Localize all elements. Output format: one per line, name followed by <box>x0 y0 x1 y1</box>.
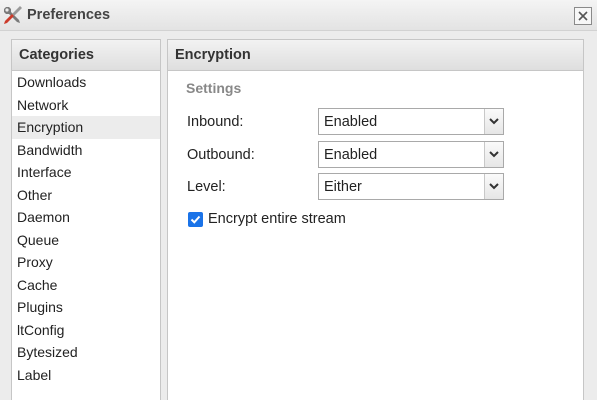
window-title: Preferences <box>27 7 111 23</box>
categories-header: Categories <box>12 40 160 71</box>
category-item-downloads[interactable]: Downloads <box>12 71 160 94</box>
category-item-encryption[interactable]: Encryption <box>12 116 160 139</box>
category-item-queue[interactable]: Queue <box>12 229 160 252</box>
categories-list: Downloads Network Encryption Bandwidth I… <box>12 71 160 386</box>
encryption-header: Encryption <box>168 40 583 71</box>
inbound-select[interactable]: Enabled <box>318 108 504 135</box>
category-item-bytesized[interactable]: Bytesized <box>12 341 160 364</box>
inbound-label: Inbound: <box>187 114 244 130</box>
outbound-select[interactable]: Enabled <box>318 141 504 168</box>
chevron-down-icon <box>484 174 503 199</box>
level-select[interactable]: Either <box>318 173 504 200</box>
checkmark-icon <box>190 215 201 224</box>
category-item-network[interactable]: Network <box>12 94 160 117</box>
close-icon <box>578 11 588 21</box>
category-item-label[interactable]: Label <box>12 364 160 387</box>
category-item-plugins[interactable]: Plugins <box>12 296 160 319</box>
encrypt-stream-checkbox[interactable] <box>188 212 203 227</box>
outbound-label: Outbound: <box>187 147 255 163</box>
outbound-select-value: Enabled <box>324 147 378 163</box>
category-item-cache[interactable]: Cache <box>12 274 160 297</box>
category-item-daemon[interactable]: Daemon <box>12 206 160 229</box>
category-item-interface[interactable]: Interface <box>12 161 160 184</box>
level-select-value: Either <box>324 179 362 195</box>
settings-section-title: Settings <box>186 80 242 96</box>
category-item-proxy[interactable]: Proxy <box>12 251 160 274</box>
window-titlebar: Preferences <box>0 0 597 31</box>
inbound-select-value: Enabled <box>324 114 378 130</box>
category-item-other[interactable]: Other <box>12 184 160 207</box>
encrypt-stream-label[interactable]: Encrypt entire stream <box>208 211 346 227</box>
category-item-ltconfig[interactable]: ltConfig <box>12 319 160 342</box>
chevron-down-icon <box>484 109 503 134</box>
tools-icon <box>3 5 23 25</box>
categories-panel: Categories Downloads Network Encryption … <box>11 39 161 400</box>
encryption-panel: Encryption Settings Inbound: Enabled Out… <box>167 39 584 400</box>
category-item-bandwidth[interactable]: Bandwidth <box>12 139 160 162</box>
chevron-down-icon <box>484 142 503 167</box>
close-button[interactable] <box>574 7 592 25</box>
level-label: Level: <box>187 179 226 195</box>
